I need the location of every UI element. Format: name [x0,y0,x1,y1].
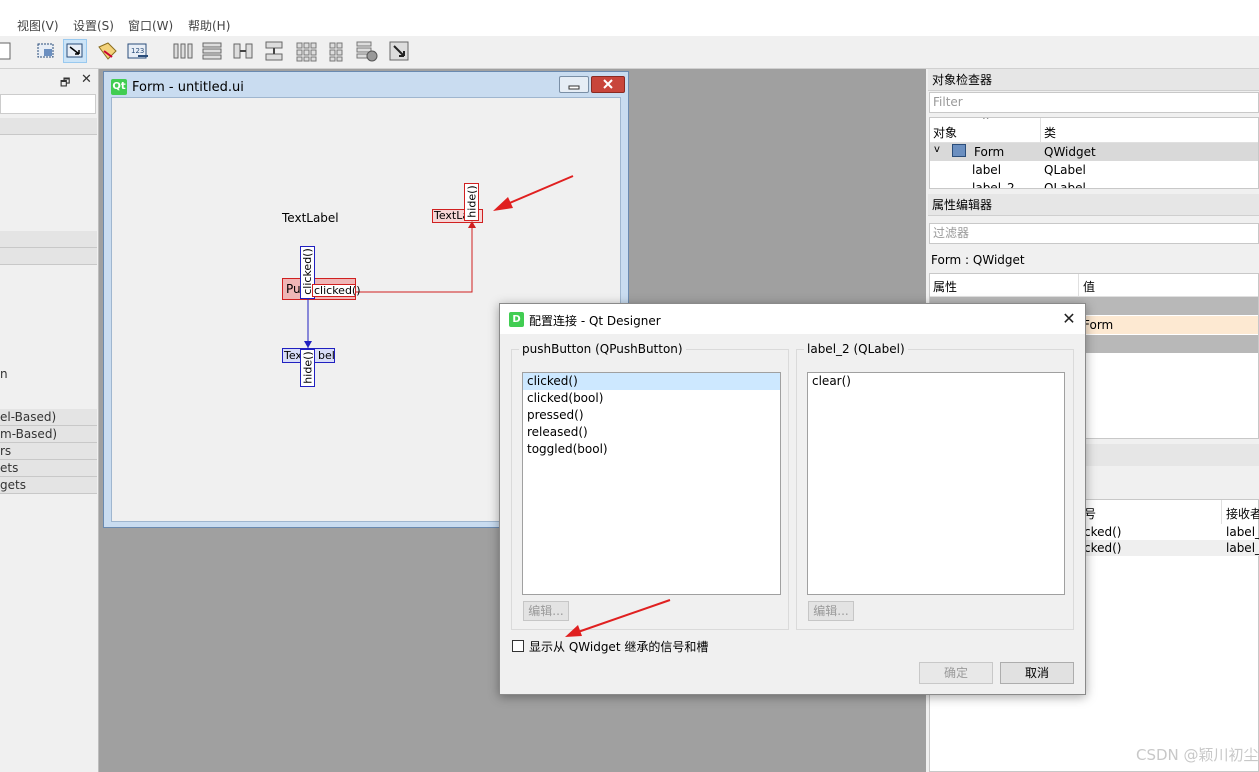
annotation-arrows [493,175,671,637]
watermark: CSDN @颖川初尘 [1136,746,1259,764]
